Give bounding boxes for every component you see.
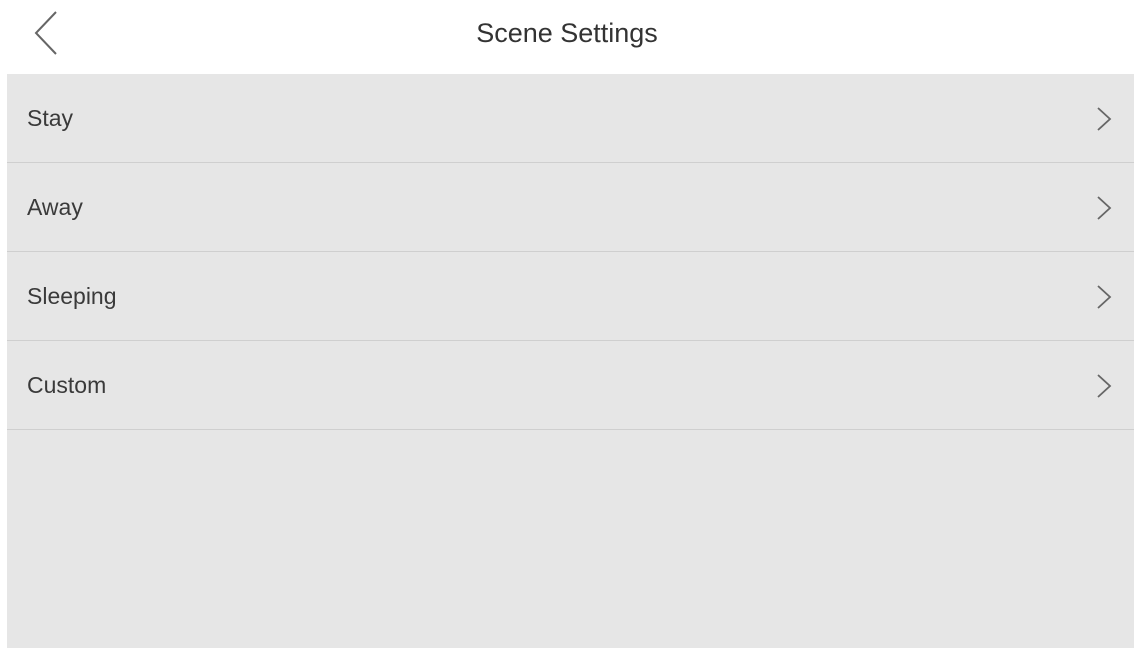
page-title: Scene Settings (476, 18, 658, 48)
header-bar: Scene Settings (0, 0, 1134, 74)
chevron-right-icon (1096, 195, 1112, 221)
list-item-label: Sleeping (27, 283, 117, 309)
chevron-left-icon (34, 11, 57, 55)
list-item-sleeping[interactable]: Sleeping (7, 252, 1134, 341)
scene-list: Stay Away Sleeping Custom (7, 74, 1134, 430)
chevron-right-icon (1096, 373, 1112, 399)
list-item-stay[interactable]: Stay (7, 74, 1134, 163)
scene-list-panel: Stay Away Sleeping Custom (7, 74, 1134, 648)
back-button[interactable] (22, 8, 72, 58)
list-item-label: Away (27, 194, 83, 220)
chevron-right-icon (1096, 106, 1112, 132)
list-item-custom[interactable]: Custom (7, 341, 1134, 430)
chevron-right-icon (1096, 284, 1112, 310)
list-item-away[interactable]: Away (7, 163, 1134, 252)
list-item-label: Custom (27, 372, 107, 398)
list-item-label: Stay (27, 105, 74, 131)
scene-settings-screen: Scene Settings Stay Away Sleeping Custom (0, 0, 1134, 648)
